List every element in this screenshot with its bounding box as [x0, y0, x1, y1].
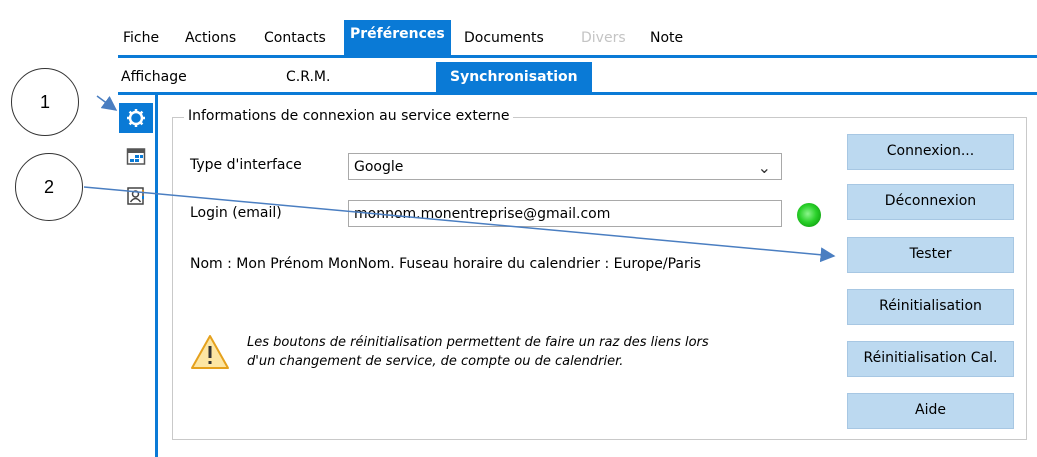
callout-2: 2 — [15, 153, 83, 221]
callout-1-arrow — [96, 95, 118, 111]
annotation-arrows — [83, 95, 836, 263]
callout-1: 1 — [11, 68, 79, 136]
callout-2-arrow — [83, 186, 836, 263]
